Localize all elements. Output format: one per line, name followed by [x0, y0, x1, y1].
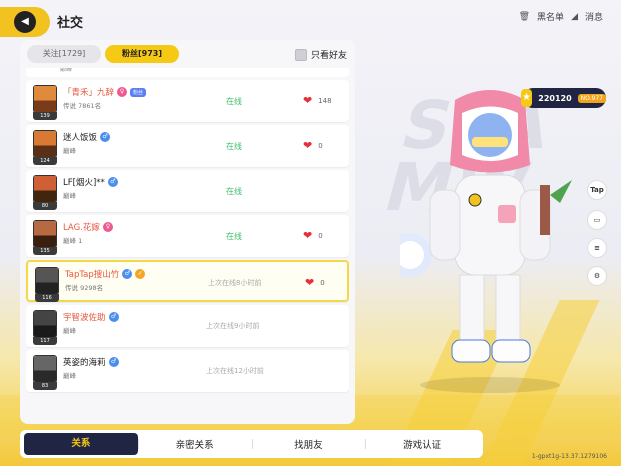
social-list-panel: 关注[1729] 粉丝[973] 只看好友 巅峰 139 「青禾」九辞 ♀ 粉丝…: [20, 40, 355, 424]
follower-list[interactable]: 巅峰 139 「青禾」九辞 ♀ 粉丝 传说 7861名 在线 ❤ 148 124…: [26, 68, 349, 395]
likes-count: 0: [318, 141, 323, 150]
avatar[interactable]: [33, 85, 57, 113]
rank-text: 巅峰: [63, 147, 76, 155]
online-status: 在线: [226, 232, 242, 241]
taptap-icon[interactable]: Tap: [587, 180, 607, 200]
list-item[interactable]: 139 「青禾」九辞 ♀ 粉丝 传说 7861名 在线 ❤ 148: [26, 80, 349, 122]
list-item[interactable]: 83 英姿的海莉 ♂ 巅峰 上次在线12小时前: [26, 350, 349, 392]
level-badge: 83: [33, 382, 57, 390]
messages-button[interactable]: 消息: [585, 10, 603, 23]
list-item-partial: 巅峰: [26, 68, 349, 77]
last-online-status: 上次在线8小时前: [208, 279, 262, 287]
nav-game-certification[interactable]: 游戏认证: [365, 437, 479, 451]
likes: ❤ 148: [303, 94, 332, 107]
avatar[interactable]: [33, 130, 57, 158]
verified-icon: ✓: [135, 269, 146, 279]
version-text: 1-gpxt1g-13.37.1279106: [531, 453, 607, 460]
friends-only-toggle[interactable]: 只看好友: [294, 48, 347, 61]
likes-count: 0: [318, 231, 323, 240]
friends-only-label: 只看好友: [310, 51, 347, 61]
likes: ❤ 0: [303, 229, 323, 242]
score-value: 220120: [538, 93, 572, 103]
rank-text: 巅峰 1: [63, 237, 83, 245]
back-button[interactable]: ◀: [0, 7, 50, 37]
rank-text: 巅峰: [63, 372, 76, 380]
list-item[interactable]: 135 LAG.花嫁 ♀ 巅峰 1 在线 ❤ 0: [26, 215, 349, 257]
last-online-status: 上次在线9小时前: [206, 322, 260, 330]
likes-count: 148: [318, 96, 332, 105]
heart-icon[interactable]: ❤: [303, 94, 312, 107]
tab-followers[interactable]: 粉丝[973]: [105, 45, 179, 63]
nav-find-friends[interactable]: 找朋友: [251, 437, 366, 451]
online-status: 在线: [226, 97, 242, 106]
back-arrow-icon: ◀: [14, 11, 36, 33]
likes: ❤ 0: [305, 276, 325, 289]
level-badge: 124: [33, 157, 57, 165]
player-name: 宇智波佐助 ♂: [63, 311, 119, 323]
score-badge: ★ 220120 NO.977: [521, 88, 606, 108]
page-title: 社交: [57, 16, 84, 31]
likes-count: 0: [320, 278, 325, 287]
avatar[interactable]: [35, 267, 59, 295]
friends-only-checkbox[interactable]: [294, 48, 307, 61]
online-status: 在线: [226, 142, 242, 151]
female-icon: ♀: [117, 87, 128, 97]
male-icon: ♂: [108, 357, 119, 367]
avatar[interactable]: [33, 355, 57, 383]
player-name: 「青禾」九辞 ♀ 粉丝: [63, 86, 147, 98]
rank-number: NO.977: [577, 93, 606, 103]
last-online-status: 上次在线12小时前: [206, 367, 264, 375]
rank-text: 传说 7861名: [63, 102, 102, 110]
star-icon: ★: [521, 89, 533, 107]
list-item[interactable]: 117 宇智波佐助 ♂ 巅峰 上次在线9小时前: [26, 305, 349, 347]
male-icon: ♂: [122, 269, 133, 279]
fan-badge: 粉丝: [130, 87, 147, 97]
nav-intimate-relations[interactable]: 亲密关系: [137, 437, 252, 451]
online-status: 在线: [226, 187, 242, 196]
avatar[interactable]: [33, 175, 57, 203]
player-name: LF[烟火]** ♂: [63, 176, 118, 188]
chat-bubble-icon[interactable]: ▭: [587, 210, 607, 230]
player-name: TapTap搜山竹 ♂ ✓: [65, 268, 146, 280]
rank-text: 巅峰: [63, 192, 76, 200]
tab-following[interactable]: 关注[1729]: [27, 45, 101, 63]
top-right-actions: 🗑 黑名单 ◢ 消息: [518, 10, 603, 24]
player-character: [400, 90, 572, 393]
list-item[interactable]: 80 LF[烟火]** ♂ 巅峰 在线: [26, 170, 349, 212]
document-icon[interactable]: ≡: [587, 238, 607, 258]
heart-icon[interactable]: ❤: [303, 139, 312, 152]
level-badge: 139: [33, 112, 57, 120]
blacklist-button[interactable]: 黑名单: [537, 10, 564, 23]
player-name: LAG.花嫁 ♀: [63, 221, 113, 233]
heart-icon[interactable]: ❤: [305, 276, 314, 289]
heart-icon[interactable]: ❤: [303, 229, 312, 242]
level-badge: 116: [35, 294, 59, 302]
player-name: 迷人饭饭 ♂: [63, 131, 111, 143]
send-icon: ◢: [571, 11, 578, 22]
avatar[interactable]: [33, 310, 57, 338]
level-badge: 80: [33, 202, 57, 210]
level-badge: 135: [33, 247, 57, 255]
list-tabs: 关注[1729] 粉丝[973]: [27, 45, 179, 63]
rank-text: 传说 9298名: [65, 284, 104, 292]
list-item-selected[interactable]: 116 TapTap搜山竹 ♂ ✓ 传说 9298名 上次在线8小时前 ❤ 0: [26, 260, 349, 302]
male-icon: ♂: [108, 312, 119, 322]
settings-gear-icon[interactable]: ⚙: [587, 266, 607, 286]
bottom-navigation: 关系 亲密关系 找朋友 游戏认证: [20, 430, 483, 458]
level-badge: 117: [33, 337, 57, 345]
male-icon: ♂: [107, 177, 118, 187]
list-item[interactable]: 124 迷人饭饭 ♂ 巅峰 在线 ❤ 0: [26, 125, 349, 167]
nav-relationships[interactable]: 关系: [24, 433, 138, 455]
trash-icon: 🗑: [518, 11, 531, 22]
avatar[interactable]: [33, 220, 57, 248]
rank-text: 巅峰: [63, 327, 76, 335]
male-icon: ♂: [100, 132, 111, 142]
female-icon: ♀: [102, 222, 113, 232]
player-name: 英姿的海莉 ♂: [63, 356, 119, 368]
likes: ❤ 0: [303, 139, 323, 152]
